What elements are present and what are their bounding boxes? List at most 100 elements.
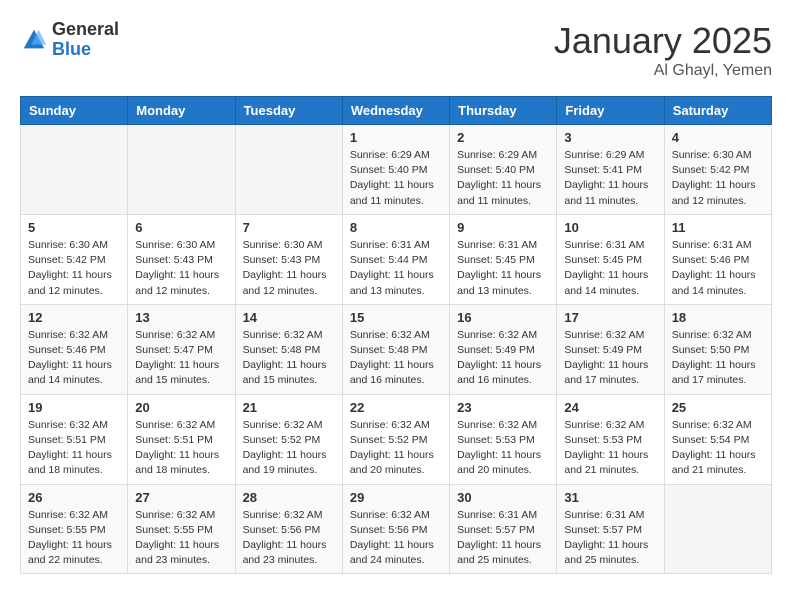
calendar-cell: 2 Sunrise: 6:29 AM Sunset: 5:40 PM Daylig… (450, 125, 557, 215)
calendar-cell: 7 Sunrise: 6:30 AM Sunset: 5:43 PM Daylig… (235, 214, 342, 304)
calendar-cell: 15 Sunrise: 6:32 AM Sunset: 5:48 PM Dayli… (342, 304, 449, 394)
calendar-cell: 6 Sunrise: 6:30 AM Sunset: 5:43 PM Daylig… (128, 214, 235, 304)
day-number: 22 (350, 400, 442, 415)
calendar-cell: 9Sunrise: 6:31 AM Sunset: 5:45 PM Daylig… (450, 214, 557, 304)
calendar-cell (21, 125, 128, 215)
day-number: 25 (672, 400, 764, 415)
day-info: Sunrise: 6:32 AM Sunset: 5:48 PM Dayligh… (350, 328, 442, 389)
day-info: Sunrise: 6:29 AM Sunset: 5:40 PM Dayligh… (457, 148, 549, 209)
logo-blue-text: Blue (52, 40, 119, 60)
weekday-header-saturday: Saturday (664, 97, 771, 125)
day-number: 18 (672, 310, 764, 325)
page-header: General Blue January 2025 Al Ghayl, Yeme… (20, 20, 772, 80)
day-info: Sunrise: 6:32 AM Sunset: 5:56 PM Dayligh… (243, 508, 335, 569)
day-number: 3 (564, 130, 656, 145)
day-info: Sunrise: 6:32 AM Sunset: 5:51 PM Dayligh… (135, 418, 227, 479)
day-number: 13 (135, 310, 227, 325)
day-number: 10 (564, 220, 656, 235)
day-info: Sunrise: 6:30 AM Sunset: 5:43 PM Dayligh… (243, 238, 335, 299)
day-number: 1 (350, 130, 442, 145)
day-info: Sunrise: 6:31 AM Sunset: 5:57 PM Dayligh… (457, 508, 549, 569)
calendar-week-3: 12 Sunrise: 6:32 AM Sunset: 5:46 PM Dayli… (21, 304, 772, 394)
day-number: 30 (457, 490, 549, 505)
calendar-table: SundayMondayTuesdayWednesdayThursdayFrid… (20, 96, 772, 574)
day-info: Sunrise: 6:29 AM Sunset: 5:41 PM Dayligh… (564, 148, 656, 209)
calendar-week-4: 19 Sunrise: 6:32 AM Sunset: 5:51 PM Dayli… (21, 394, 772, 484)
day-info: Sunrise: 6:32 AM Sunset: 5:48 PM Dayligh… (243, 328, 335, 389)
day-info: Sunrise: 6:32 AM Sunset: 5:54 PM Dayligh… (672, 418, 764, 479)
calendar-cell: 30 Sunrise: 6:31 AM Sunset: 5:57 PM Dayli… (450, 484, 557, 574)
day-info: Sunrise: 6:32 AM Sunset: 5:53 PM Dayligh… (564, 418, 656, 479)
calendar-cell: 12 Sunrise: 6:32 AM Sunset: 5:46 PM Dayli… (21, 304, 128, 394)
day-number: 29 (350, 490, 442, 505)
day-info: Sunrise: 6:30 AM Sunset: 5:42 PM Dayligh… (28, 238, 120, 299)
day-number: 6 (135, 220, 227, 235)
day-number: 8 (350, 220, 442, 235)
calendar-cell: 29 Sunrise: 6:32 AM Sunset: 5:56 PM Dayli… (342, 484, 449, 574)
logo-text: General Blue (52, 20, 119, 60)
calendar-cell: 31 Sunrise: 6:31 AM Sunset: 5:57 PM Dayli… (557, 484, 664, 574)
calendar-cell: 1Sunrise: 6:29 AM Sunset: 5:40 PM Daylig… (342, 125, 449, 215)
calendar-cell: 3 Sunrise: 6:29 AM Sunset: 5:41 PM Daylig… (557, 125, 664, 215)
day-number: 9 (457, 220, 549, 235)
day-number: 20 (135, 400, 227, 415)
day-number: 5 (28, 220, 120, 235)
calendar-cell: 21 Sunrise: 6:32 AM Sunset: 5:52 PM Dayli… (235, 394, 342, 484)
day-info: Sunrise: 6:32 AM Sunset: 5:52 PM Dayligh… (243, 418, 335, 479)
calendar-cell: 4 Sunrise: 6:30 AM Sunset: 5:42 PM Daylig… (664, 125, 771, 215)
day-number: 24 (564, 400, 656, 415)
day-info: Sunrise: 6:32 AM Sunset: 5:50 PM Dayligh… (672, 328, 764, 389)
calendar-cell (128, 125, 235, 215)
calendar-week-1: 1 Sunrise: 6:29 AM Sunset: 5:40 PM Daylig… (21, 125, 772, 215)
calendar-cell: 14 Sunrise: 6:32 AM Sunset: 5:48 PM Dayli… (235, 304, 342, 394)
calendar-cell: 13Sunrise: 6:32 AM Sunset: 5:47 PM Dayli… (128, 304, 235, 394)
day-number: 4 (672, 130, 764, 145)
day-number: 31 (564, 490, 656, 505)
day-info: Sunrise: 6:30 AM Sunset: 5:42 PM Dayligh… (672, 148, 764, 209)
day-info: Sunrise: 6:32 AM Sunset: 5:46 PM Dayligh… (28, 328, 120, 389)
day-info: Sunrise: 6:32 AM Sunset: 5:52 PM Dayligh… (350, 418, 442, 479)
weekday-header-thursday: Thursday (450, 97, 557, 125)
day-number: 19 (28, 400, 120, 415)
calendar-cell: 24 Sunrise: 6:32 AM Sunset: 5:53 PM Dayli… (557, 394, 664, 484)
logo: General Blue (20, 20, 119, 60)
day-number: 7 (243, 220, 335, 235)
calendar-cell: 25 Sunrise: 6:32 AM Sunset: 5:54 PM Dayli… (664, 394, 771, 484)
calendar-cell: 18 Sunrise: 6:32 AM Sunset: 5:50 PM Dayli… (664, 304, 771, 394)
day-number: 17 (564, 310, 656, 325)
day-number: 23 (457, 400, 549, 415)
calendar-cell (664, 484, 771, 574)
day-number: 12 (28, 310, 120, 325)
calendar-cell: 23 Sunrise: 6:32 AM Sunset: 5:53 PM Dayli… (450, 394, 557, 484)
calendar-cell: 19Sunrise: 6:32 AM Sunset: 5:51 PM Dayli… (21, 394, 128, 484)
calendar-week-2: 5 Sunrise: 6:30 AM Sunset: 5:42 PM Daylig… (21, 214, 772, 304)
calendar-cell: 26Sunrise: 6:32 AM Sunset: 5:55 PM Dayli… (21, 484, 128, 574)
calendar-cell (235, 125, 342, 215)
month-title: January 2025 (554, 20, 772, 62)
weekday-header-wednesday: Wednesday (342, 97, 449, 125)
day-info: Sunrise: 6:31 AM Sunset: 5:45 PM Dayligh… (564, 238, 656, 299)
calendar-cell: 28 Sunrise: 6:32 AM Sunset: 5:56 PM Dayli… (235, 484, 342, 574)
calendar-cell: 11Sunrise: 6:31 AM Sunset: 5:46 PM Dayli… (664, 214, 771, 304)
location-title: Al Ghayl, Yemen (554, 62, 772, 80)
day-number: 2 (457, 130, 549, 145)
day-info: Sunrise: 6:32 AM Sunset: 5:56 PM Dayligh… (350, 508, 442, 569)
calendar-cell: 10 Sunrise: 6:31 AM Sunset: 5:45 PM Dayli… (557, 214, 664, 304)
logo-general-text: General (52, 20, 119, 40)
day-number: 26 (28, 490, 120, 505)
day-info: Sunrise: 6:32 AM Sunset: 5:53 PM Dayligh… (457, 418, 549, 479)
weekday-header-friday: Friday (557, 97, 664, 125)
day-info: Sunrise: 6:30 AM Sunset: 5:43 PM Dayligh… (135, 238, 227, 299)
day-number: 11 (672, 220, 764, 235)
day-number: 15 (350, 310, 442, 325)
day-number: 28 (243, 490, 335, 505)
weekday-header-tuesday: Tuesday (235, 97, 342, 125)
calendar-cell: 17Sunrise: 6:32 AM Sunset: 5:49 PM Dayli… (557, 304, 664, 394)
weekday-header-row: SundayMondayTuesdayWednesdayThursdayFrid… (21, 97, 772, 125)
day-number: 21 (243, 400, 335, 415)
weekday-header-monday: Monday (128, 97, 235, 125)
day-number: 14 (243, 310, 335, 325)
calendar-cell: 8Sunrise: 6:31 AM Sunset: 5:44 PM Daylig… (342, 214, 449, 304)
day-info: Sunrise: 6:32 AM Sunset: 5:55 PM Dayligh… (135, 508, 227, 569)
day-info: Sunrise: 6:31 AM Sunset: 5:57 PM Dayligh… (564, 508, 656, 569)
